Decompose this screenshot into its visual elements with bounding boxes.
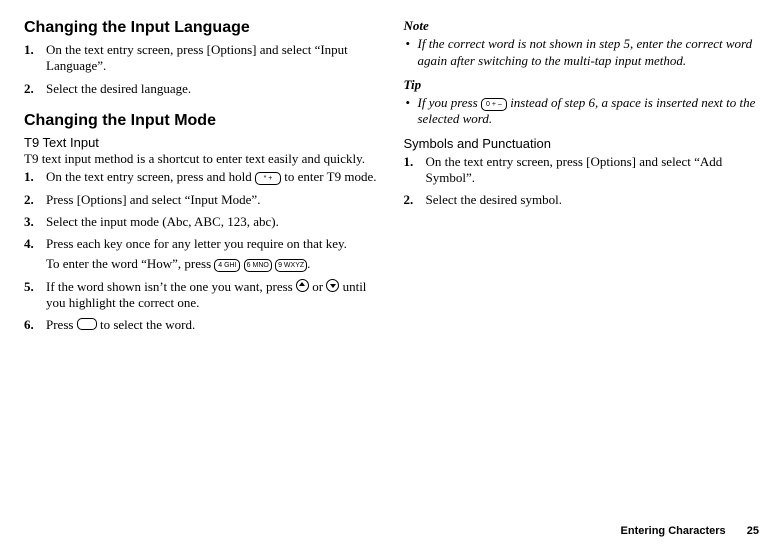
right-column: Note If the correct word is not shown in… [404,18,760,517]
step-text: Press each key once for any letter you r… [46,236,347,251]
note-item: If the correct word is not shown in step… [404,36,760,69]
tip-heading: Tip [404,77,760,93]
text-fragment: . [307,256,310,271]
step-text: Select the desired symbol. [426,192,562,207]
footer-page-number: 25 [747,525,759,537]
step-text: Select the input mode (Abc, ABC, 123, ab… [46,214,279,229]
steps-t9: 1. On the text entry screen, press and h… [24,169,380,333]
heading-change-input-mode: Changing the Input Mode [24,111,380,131]
step: 1.On the text entry screen, press [Optio… [404,154,760,187]
text-fragment: to select the word. [97,317,196,332]
steps-symbols: 1.On the text entry screen, press [Optio… [404,154,760,209]
step: 2.Press [Options] and select “Input Mode… [24,192,380,208]
center-key-icon [77,318,97,330]
tip-list: If you press 0 + – instead of step 6, a … [404,95,760,128]
note-heading: Note [404,18,760,34]
step: 2.Select the desired language. [24,81,380,97]
nav-up-icon [296,279,309,292]
content-columns: Changing the Input Language 1.On the tex… [24,18,759,517]
text-fragment: If the word shown isn’t the one you want… [46,279,296,294]
step: 4. Press each key once for any letter yo… [24,236,380,273]
key-0-icon: 0 + – [481,98,507,111]
steps-change-input-language: 1.On the text entry screen, press [Optio… [24,42,380,97]
heading-change-input-language: Changing the Input Language [24,18,380,38]
text-fragment: To enter the word “How”, press [46,256,214,271]
page-footer: Entering Characters 25 [24,517,759,539]
key-4-icon: 4 GHI [214,259,240,272]
step-text: If the word shown isn’t the one you want… [46,279,366,310]
step: 1. On the text entry screen, press and h… [24,169,380,185]
text-fragment: If you press [418,95,481,110]
step-text: On the text entry screen, press and hold… [46,169,376,184]
step-text: Press [Options] and select “Input Mode”. [46,192,260,207]
step-continuation: To enter the word “How”, press 4 GHI 6 M… [46,256,380,272]
step: 6. Press to select the word. [24,317,380,333]
tip-item: If you press 0 + – instead of step 6, a … [404,95,760,128]
step: 3.Select the input mode (Abc, ABC, 123, … [24,214,380,230]
text-fragment: On the text entry screen, press and hold [46,169,255,184]
step-text: On the text entry screen, press [Options… [46,42,348,73]
key-star-icon: * + [255,172,281,185]
subhead-symbols-punctuation: Symbols and Punctuation [404,136,760,152]
subhead-t9-text-input: T9 Text Input [24,135,380,151]
step-text: Press to select the word. [46,317,195,332]
left-column: Changing the Input Language 1.On the tex… [24,18,380,517]
key-9-icon: 9 WXYZ [275,259,307,272]
key-6-icon: 6 MNO [244,259,272,272]
step: 1.On the text entry screen, press [Optio… [24,42,380,75]
text-fragment: Press [46,317,77,332]
footer-section: Entering Characters [621,525,726,537]
nav-down-icon [326,279,339,292]
step-text: Select the desired language. [46,81,191,96]
text-fragment: to enter T9 mode. [281,169,376,184]
note-list: If the correct word is not shown in step… [404,36,760,69]
step-text: On the text entry screen, press [Options… [426,154,723,185]
step: 2.Select the desired symbol. [404,192,760,208]
step: 5. If the word shown isn’t the one you w… [24,279,380,312]
text-fragment: or [309,279,326,294]
intro-t9: T9 text input method is a shortcut to en… [24,151,380,167]
